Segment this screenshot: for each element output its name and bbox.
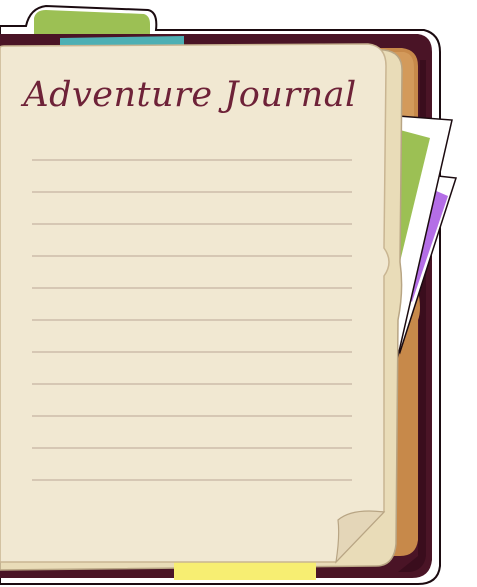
paper-front bbox=[0, 43, 390, 563]
journal-title: Adventure Journal bbox=[20, 75, 356, 115]
journal-illustration: Adventure Journal bbox=[0, 4, 457, 585]
